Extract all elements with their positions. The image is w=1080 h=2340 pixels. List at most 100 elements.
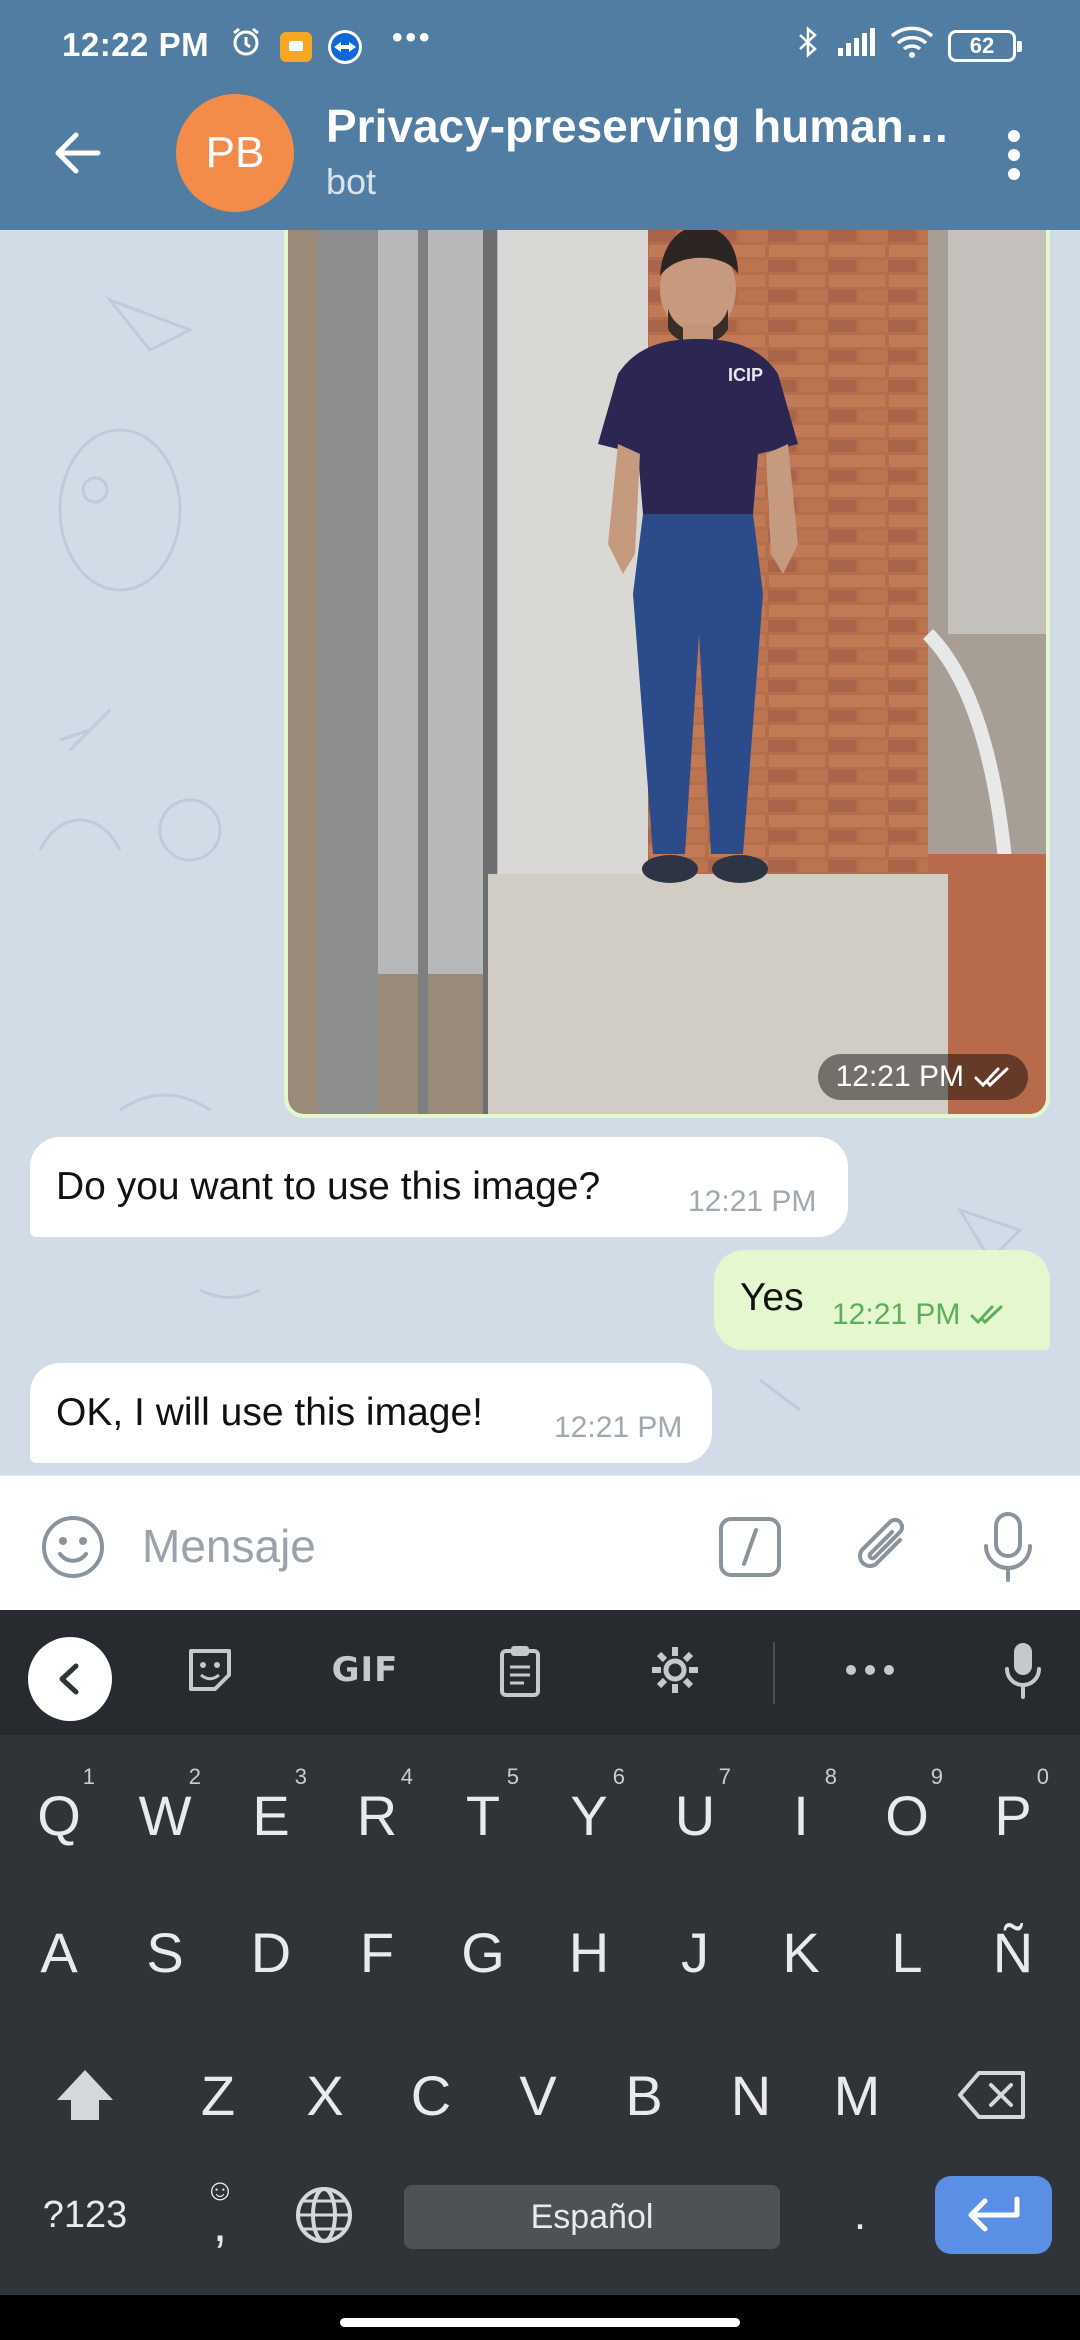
alarm-icon (228, 26, 264, 58)
key-w[interactable]: W2 (115, 1760, 215, 1870)
message-time: 12:21 PM (688, 1185, 817, 1218)
keyboard: GIF Q1 W2 E3 R4 T5 Y6 U7 I8 O9 P0 A S D … (0, 1610, 1080, 2295)
key-hint: 1 (82, 1764, 95, 1789)
chat-area[interactable]: ICIP 12:21 PM Do you want to use this im… (0, 230, 1080, 1475)
key-i[interactable]: I8 (751, 1760, 851, 1870)
message-input[interactable] (142, 1506, 682, 1586)
chat-header: PB Privacy-preserving human… bot (0, 75, 1080, 230)
key-u[interactable]: U7 (645, 1760, 745, 1870)
microphone-icon (984, 1512, 1032, 1582)
emoji-comma-key[interactable]: ☺ , (180, 2160, 260, 2270)
key-p[interactable]: P0 (963, 1760, 1063, 1870)
sticker-icon (189, 1649, 231, 1691)
key-label: Q (37, 1783, 81, 1847)
key-label: P (994, 1783, 1032, 1847)
keyboard-voice-button[interactable] (995, 1640, 1051, 1700)
comma-label: , (212, 2195, 228, 2253)
shift-arrow-icon (57, 2070, 113, 2120)
backspace-key[interactable] (942, 2040, 1042, 2150)
key-q[interactable]: Q1 (9, 1760, 109, 1870)
gif-button[interactable]: GIF (325, 1640, 405, 1700)
key-label: Y (570, 1783, 608, 1847)
bot-commands-button[interactable] (718, 1516, 782, 1578)
key-t[interactable]: T5 (433, 1760, 533, 1870)
gear-icon (652, 1647, 698, 1693)
clipboard-button[interactable] (490, 1640, 550, 1700)
key-hint: 5 (506, 1764, 519, 1789)
message-photo[interactable]: ICIP (288, 230, 1046, 1114)
period-key[interactable]: . (820, 2170, 900, 2260)
key-x[interactable]: X (275, 2040, 375, 2150)
outgoing-message[interactable]: Yes 12:21 PM (714, 1250, 1050, 1350)
double-check-icon (974, 1067, 1009, 1088)
key-y[interactable]: Y6 (539, 1760, 639, 1870)
back-button[interactable] (40, 115, 116, 191)
space-bar[interactable]: Español (404, 2185, 780, 2249)
key-b[interactable]: B (594, 2040, 694, 2150)
key-f[interactable]: F (327, 1897, 427, 2007)
key-label: T (465, 1783, 501, 1847)
avatar[interactable]: PB (176, 94, 294, 212)
attach-button[interactable] (850, 1512, 916, 1582)
key-hint: 7 (718, 1764, 731, 1789)
key-c[interactable]: C (381, 2040, 481, 2150)
battery-indicator: 62 (948, 30, 1022, 62)
key-z[interactable]: Z (168, 2040, 268, 2150)
photo-timestamp: 12:21 PM (817, 1054, 1028, 1100)
bluetooth-icon (795, 26, 821, 58)
sticker-button[interactable] (180, 1640, 240, 1700)
incoming-message[interactable]: Do you want to use this image? 12:21 PM (30, 1137, 848, 1237)
key-label: O (885, 1783, 929, 1847)
message-time-wrap: 12:21 PM (832, 1298, 1004, 1332)
voice-message-button[interactable] (980, 1510, 1036, 1584)
key-hint: 2 (188, 1764, 201, 1789)
message-text: Yes (740, 1276, 804, 1319)
paperclip-icon (858, 1517, 905, 1568)
toolbar-divider (773, 1642, 775, 1704)
key-l[interactable]: L (857, 1897, 957, 2007)
key-v[interactable]: V (488, 2040, 588, 2150)
language-key[interactable] (284, 2170, 364, 2260)
status-time: 12:22 PM (62, 26, 210, 63)
key-n-tilde[interactable]: Ñ (963, 1897, 1063, 2007)
smiley-icon (42, 1516, 104, 1578)
keyboard-collapse-button[interactable] (28, 1637, 112, 1721)
message-text: Do you want to use this image? (56, 1165, 601, 1208)
key-a[interactable]: A (9, 1897, 109, 2007)
key-d[interactable]: D (221, 1897, 321, 2007)
symbols-key[interactable]: ?123 (20, 2170, 150, 2260)
key-e[interactable]: E3 (221, 1760, 321, 1870)
status-bar: 12:22 PM ••• 62 (0, 0, 1080, 75)
key-k[interactable]: K (751, 1897, 851, 2007)
clipboard-icon (500, 1646, 540, 1697)
keyboard-settings-button[interactable] (645, 1640, 705, 1700)
shift-key[interactable] (35, 2040, 135, 2150)
arrow-left-icon (55, 132, 101, 174)
key-r[interactable]: R4 (327, 1760, 427, 1870)
keyboard-toolbar: GIF (0, 1610, 1080, 1735)
photo-message[interactable]: ICIP 12:21 PM (284, 230, 1050, 1118)
microphone-icon (1005, 1643, 1041, 1699)
emoji-button[interactable] (40, 1514, 106, 1580)
more-options-button[interactable] (990, 120, 1038, 190)
key-m[interactable]: M (807, 2040, 907, 2150)
keyboard-more-button[interactable] (840, 1640, 900, 1700)
key-h[interactable]: H (539, 1897, 639, 2007)
incoming-message[interactable]: OK, I will use this image! 12:21 PM (30, 1363, 712, 1463)
key-label: W (138, 1783, 192, 1847)
chevron-left-icon (59, 1663, 79, 1695)
chat-title[interactable]: Privacy-preserving human… (326, 99, 966, 153)
key-g[interactable]: G (433, 1897, 533, 2007)
enter-key[interactable] (935, 2176, 1052, 2254)
home-gesture-handle[interactable] (340, 2318, 740, 2327)
wifi-icon (890, 26, 934, 58)
key-label: R (356, 1783, 398, 1847)
key-n[interactable]: N (701, 2040, 801, 2150)
key-label: U (674, 1783, 716, 1847)
key-j[interactable]: J (645, 1897, 745, 2007)
key-hint: 3 (294, 1764, 307, 1789)
more-notifications-icon: ••• (392, 21, 433, 54)
key-hint: 9 (930, 1764, 943, 1789)
key-s[interactable]: S (115, 1897, 215, 2007)
key-o[interactable]: O9 (857, 1760, 957, 1870)
